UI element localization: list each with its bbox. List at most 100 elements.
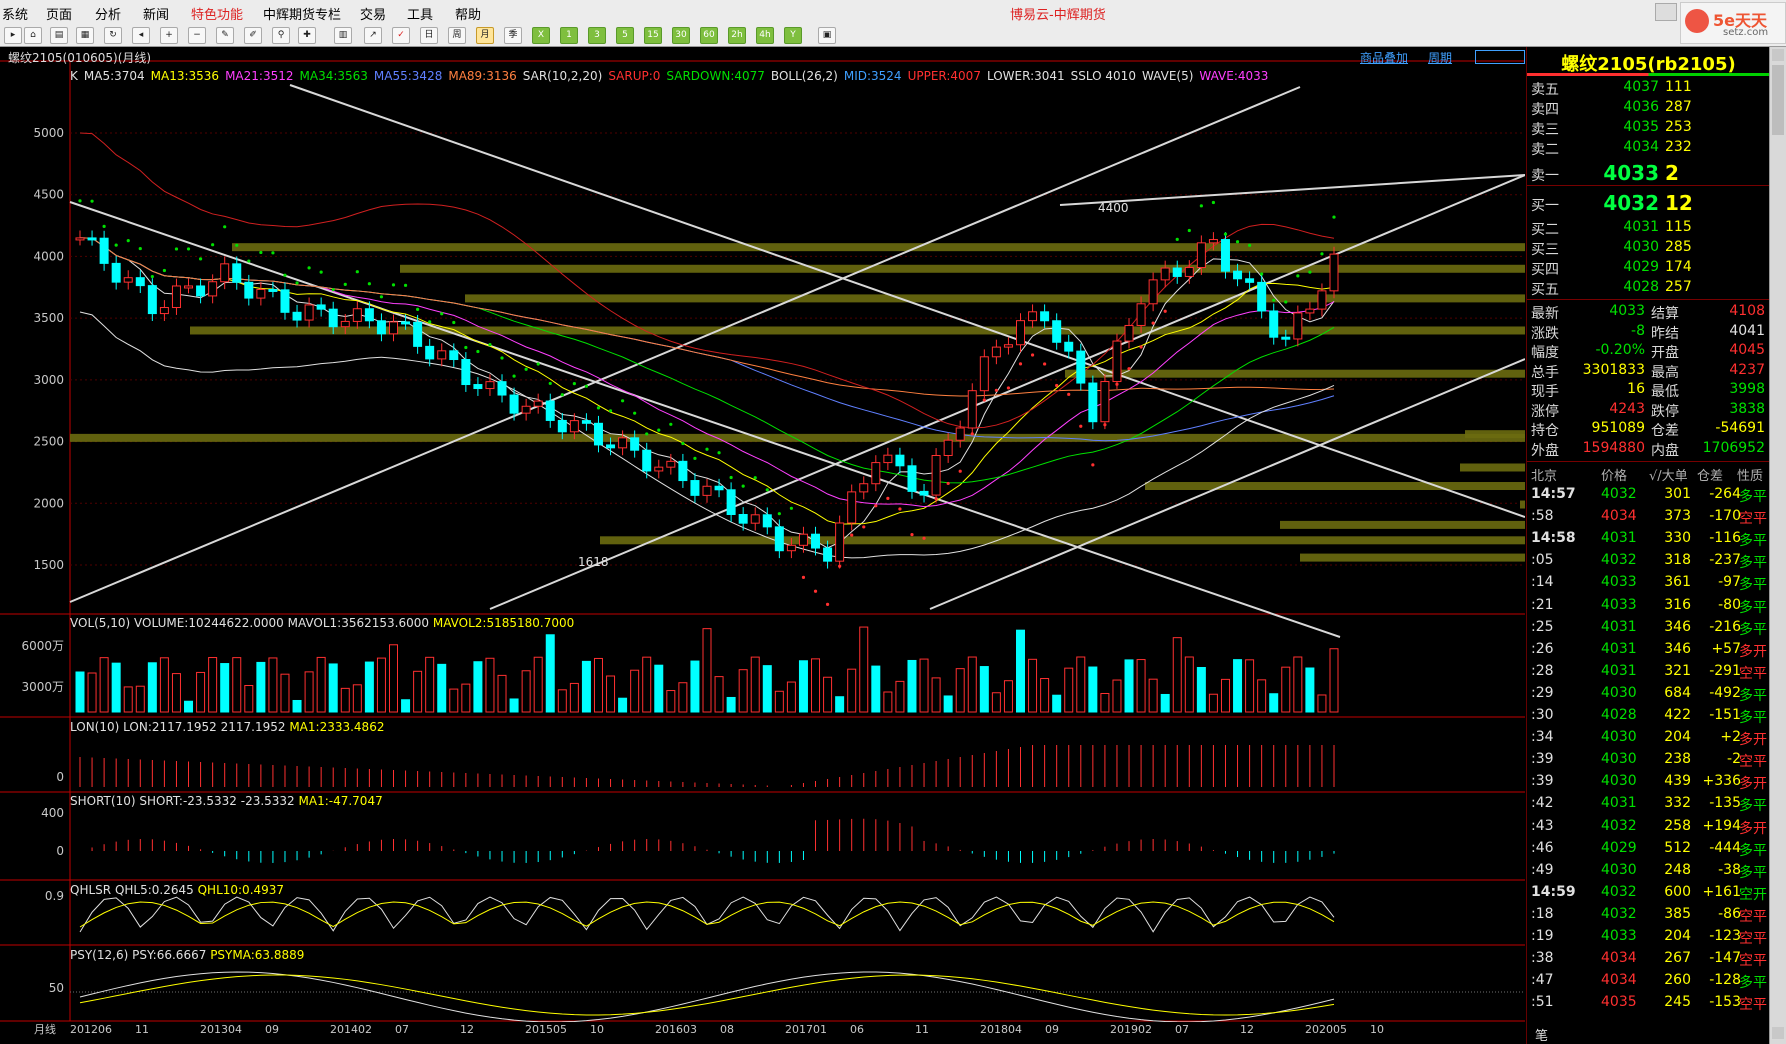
sar-dot: [307, 266, 311, 270]
candle-body: [159, 307, 169, 315]
stat-label: 跌停: [1651, 403, 1679, 420]
period-x-button[interactable]: X: [532, 27, 550, 44]
tick-price: 4031: [1601, 530, 1637, 547]
volume-bar: [99, 657, 109, 713]
zoom-in-icon[interactable]: +: [160, 27, 178, 44]
buy-level-volume: 285: [1665, 239, 1692, 255]
open-icon[interactable]: ▸: [4, 27, 22, 44]
save-icon[interactable]: ▦: [76, 27, 94, 44]
tick-price: 4029: [1601, 839, 1637, 856]
menu-news[interactable]: 新闻: [143, 4, 169, 23]
menu-page[interactable]: 页面: [46, 4, 72, 23]
draw-icon[interactable]: ✎: [216, 27, 234, 44]
tick-volume: 204: [1664, 729, 1691, 746]
period-3-button[interactable]: 3: [588, 27, 606, 44]
sar-dot: [693, 456, 697, 460]
date-tick-label: 201902: [1110, 1023, 1152, 1036]
menu-system[interactable]: 系统: [2, 4, 28, 23]
scroll-up-icon[interactable]: [1772, 49, 1784, 61]
tick-icon[interactable]: ✓: [392, 27, 410, 44]
calendar-icon[interactable]: ▣: [818, 27, 836, 44]
buy-level-price: 4029: [1623, 259, 1659, 275]
tick-volume: 260: [1664, 972, 1691, 989]
period-year-button[interactable]: Y: [784, 27, 802, 44]
volume-bar: [750, 656, 760, 713]
sar-dot: [186, 247, 191, 251]
sar-dot: [1320, 252, 1324, 256]
home-icon[interactable]: ⌂: [24, 27, 42, 44]
period-quarter-button[interactable]: 季: [504, 27, 522, 44]
tick-oi-change: -80: [1718, 596, 1741, 613]
menu-trade[interactable]: 交易: [360, 4, 386, 23]
buy-level-price: 4030: [1623, 239, 1659, 255]
period-day-button[interactable]: 日: [420, 27, 438, 44]
sar-dot: [247, 259, 251, 263]
tick-time: :25: [1531, 618, 1554, 635]
menu-column[interactable]: 中辉期货专栏: [263, 4, 341, 23]
menu-analysis[interactable]: 分析: [95, 4, 121, 23]
period-15-button[interactable]: 15: [644, 27, 662, 44]
trend-icon[interactable]: ↗: [364, 27, 382, 44]
volume-profile-bar: [1065, 369, 1525, 378]
stat-value: 3838: [1729, 400, 1765, 417]
refresh-icon[interactable]: ↻: [104, 27, 122, 44]
grid-icon[interactable]: ▥: [334, 27, 352, 44]
tick-type: 多平: [1739, 710, 1767, 726]
period-60-button[interactable]: 60: [700, 27, 718, 44]
pen-icon[interactable]: ✐: [244, 27, 262, 44]
tick-volume: 346: [1664, 640, 1691, 657]
tick-volume: 318: [1664, 552, 1691, 569]
period-link[interactable]: 周期: [1428, 49, 1452, 66]
tick-row: :05 4032 318 -237 多平: [1527, 550, 1770, 572]
orderbook-divider: [1527, 185, 1770, 186]
volume-bar: [847, 668, 857, 713]
tick-time: :39: [1531, 751, 1554, 768]
menu-help[interactable]: 帮助: [455, 4, 481, 23]
vertical-scrollbar[interactable]: [1769, 47, 1786, 1044]
period-2h-button[interactable]: 2h: [728, 27, 746, 44]
panel-controls[interactable]: [1475, 50, 1525, 64]
sell-level-label: 卖四: [1531, 102, 1559, 118]
scroll-down-icon[interactable]: [1772, 1027, 1784, 1039]
tick-row: :29 4030 684 -492 多平: [1527, 683, 1770, 705]
new-icon[interactable]: ✚: [298, 27, 316, 44]
period-week-button[interactable]: 周: [448, 27, 466, 44]
period-4h-button[interactable]: 4h: [756, 27, 774, 44]
tick-oi-change: -147: [1709, 950, 1741, 967]
tick-row: :26 4031 346 +57 多开: [1527, 639, 1770, 661]
menu-features[interactable]: 特色功能: [191, 4, 243, 23]
candle-body: [630, 437, 640, 451]
candle-body: [280, 289, 290, 313]
menu-tools[interactable]: 工具: [407, 4, 433, 23]
short-value-2: -23.5332: [240, 794, 295, 808]
candle-body: [425, 345, 435, 360]
candle-body: [1184, 267, 1194, 277]
chart-area[interactable]: 5000 4500 4000 3500 3000 2500 2000 1500 4400 1618…: [0, 47, 1526, 1037]
buy-level-label: 买二: [1531, 222, 1559, 238]
candle-body: [811, 533, 821, 549]
sar-dot: [813, 589, 818, 593]
overlay-link[interactable]: 商品叠加: [1360, 49, 1408, 66]
vol-tick-label: 3000万: [21, 680, 64, 694]
scroll-thumb[interactable]: [1772, 65, 1784, 135]
candle-body: [316, 304, 326, 310]
sar-dot: [102, 224, 106, 228]
volume-bar: [1136, 659, 1146, 713]
period-5-button[interactable]: 5: [616, 27, 634, 44]
candle-body: [895, 454, 905, 467]
period-30-button[interactable]: 30: [672, 27, 690, 44]
period-month-button[interactable]: 月: [476, 27, 494, 44]
pin-icon[interactable]: ⚲: [272, 27, 290, 44]
folder-icon[interactable]: ▤: [50, 27, 68, 44]
candle-body: [1028, 311, 1038, 322]
back-icon[interactable]: ◂: [132, 27, 150, 44]
tick-type: 多平: [1739, 533, 1767, 550]
zoom-out-icon[interactable]: −: [188, 27, 206, 44]
tick-price: 4031: [1601, 618, 1637, 635]
tick-type: 多平: [1739, 842, 1767, 859]
volume-bar: [557, 689, 567, 713]
indicator-14: SSLO 4010: [1070, 69, 1136, 83]
volume-bar: [256, 661, 266, 713]
tick-row: 14:58 4031 330 -116 多平: [1527, 528, 1770, 550]
period-1-button[interactable]: 1: [560, 27, 578, 44]
